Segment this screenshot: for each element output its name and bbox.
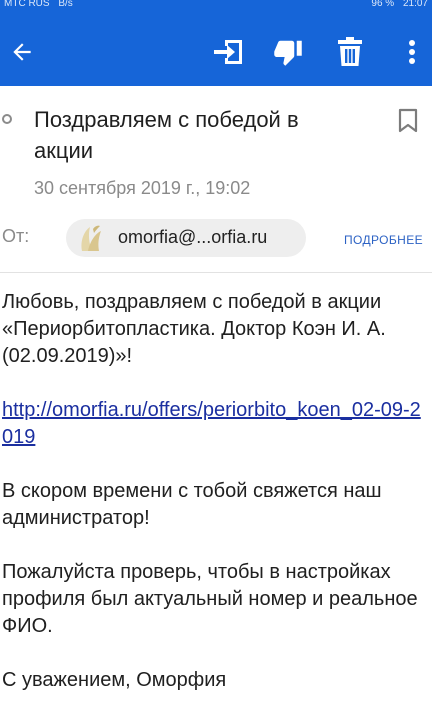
body-paragraph: Любовь, поздравляем с победой в акции «П… — [2, 291, 386, 367]
top-app-bar — [0, 14, 432, 86]
delete-button[interactable] — [330, 32, 370, 72]
message-body: Любовь, поздравляем с победой в акции «П… — [2, 289, 422, 721]
header-divider — [0, 272, 432, 273]
network-speed: B/s — [58, 0, 73, 9]
more-options-button[interactable] — [392, 32, 432, 72]
arrow-left-icon — [13, 43, 31, 61]
more-vertical-icon — [409, 40, 415, 64]
read-status-icon[interactable] — [2, 114, 12, 124]
message-date: 30 сентября 2019 г., 19:02 — [34, 178, 251, 198]
bookmark-icon — [398, 108, 418, 133]
clock: 21:07 — [402, 0, 428, 9]
spam-button[interactable] — [268, 32, 308, 72]
sender-chip[interactable]: omorfia@...orfia.ru — [66, 219, 306, 257]
from-label: От: — [2, 226, 30, 246]
thumb-down-icon — [274, 40, 302, 66]
details-link[interactable]: ПОДРОБНЕЕ — [344, 233, 423, 247]
trash-icon — [338, 37, 362, 66]
move-to-folder-button[interactable] — [208, 32, 248, 72]
body-signature: С уважением, Оморфия — [2, 669, 227, 691]
message-subject: Поздравляем с победой в акции — [34, 107, 299, 163]
sender-email: omorfia@...orfia.ru — [118, 227, 268, 247]
body-paragraph: Пожалуйста проверь, чтобы в настройках п… — [2, 561, 418, 637]
bookmark-button[interactable] — [398, 108, 418, 139]
move-to-folder-icon — [214, 40, 242, 64]
sender-logo-icon — [81, 225, 101, 251]
offer-link[interactable]: http://omorfia.ru/offers/periorbito_koen… — [2, 399, 421, 448]
status-bar: МТС RUS B/s 96 % 21:07 — [0, 0, 432, 14]
back-button[interactable] — [2, 32, 42, 72]
carrier-label: МТС RUS — [4, 0, 50, 9]
body-paragraph: В скором времени с тобой свяжется наш ад… — [2, 480, 382, 529]
battery-level: 96 % — [371, 0, 395, 9]
